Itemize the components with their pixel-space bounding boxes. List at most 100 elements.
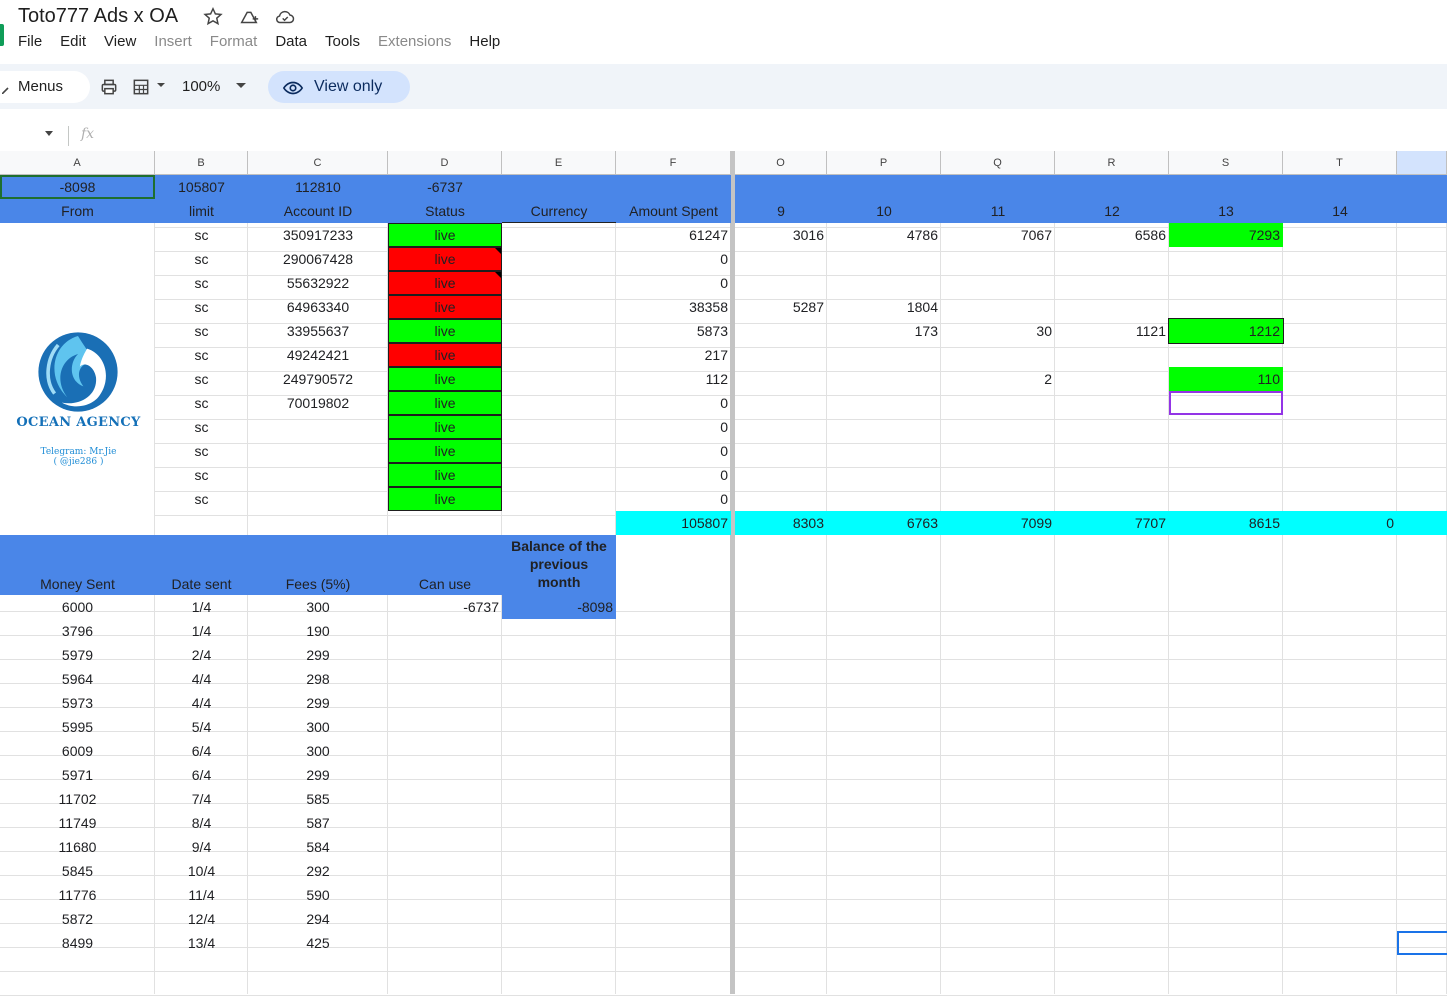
column-header-t[interactable]: T (1283, 151, 1397, 175)
fee-cell[interactable]: 299 (248, 763, 388, 787)
fee-cell[interactable]: 299 (248, 691, 388, 715)
daily-spend-cell[interactable]: 7293 (1169, 223, 1283, 247)
status-cell[interactable]: live (388, 319, 502, 343)
active-cell-box[interactable] (1397, 931, 1447, 955)
limit-cell[interactable]: sc (155, 319, 248, 343)
row2-header-e[interactable]: Currency (502, 199, 616, 223)
amount-spent-cell[interactable]: 217 (616, 343, 731, 367)
column-header-q[interactable]: Q (941, 151, 1055, 175)
total-cell-p[interactable]: 6763 (827, 511, 941, 535)
row1-cell-p[interactable] (827, 175, 941, 199)
amount-spent-cell[interactable]: 0 (616, 391, 731, 415)
money-sent-cell[interactable]: 3796 (0, 619, 155, 643)
menu-edit[interactable]: Edit (60, 33, 95, 50)
status-cell[interactable]: live (388, 223, 502, 247)
document-title[interactable]: Toto777 Ads x OA (18, 5, 178, 28)
money-sent-cell[interactable]: 5964 (0, 667, 155, 691)
fee-cell[interactable]: 300 (248, 715, 388, 739)
account-id-cell[interactable]: 249790572 (248, 367, 388, 391)
row2-header-t[interactable]: 14 (1283, 199, 1397, 223)
limit-cell[interactable]: sc (155, 487, 248, 511)
date-sent-cell[interactable]: 6/4 (155, 739, 248, 763)
view-only-button[interactable]: View only (268, 71, 410, 103)
amount-spent-cell[interactable]: 0 (616, 439, 731, 463)
row1-cell-q[interactable] (941, 175, 1055, 199)
money-sent-cell[interactable]: 5971 (0, 763, 155, 787)
total-cell-s[interactable]: 8615 (1169, 511, 1283, 535)
fee-cell[interactable]: 425 (248, 931, 388, 955)
money-sent-cell[interactable]: 5995 (0, 715, 155, 739)
limit-cell[interactable]: sc (155, 295, 248, 319)
status-cell[interactable]: live (388, 391, 502, 415)
total-cell-t[interactable]: 0 (1283, 511, 1397, 535)
column-header-b[interactable]: B (155, 151, 248, 175)
status-cell[interactable]: live (388, 415, 502, 439)
column-header-c[interactable]: C (248, 151, 388, 175)
row2-header-p[interactable]: 10 (827, 199, 941, 223)
daily-spend-cell[interactable]: 110 (1169, 367, 1283, 391)
limit-cell[interactable]: sc (155, 223, 248, 247)
menu-format[interactable]: Format (210, 33, 267, 50)
sheets-logo-icon[interactable] (0, 24, 4, 46)
money-sent-cell[interactable]: 5872 (0, 907, 155, 931)
column-header-a[interactable]: A (0, 151, 155, 175)
daily-spend-cell[interactable]: 173 (827, 319, 941, 343)
date-sent-cell[interactable]: 1/4 (155, 595, 248, 619)
limit-cell[interactable]: sc (155, 463, 248, 487)
zoom-select[interactable]: 100% (182, 78, 220, 95)
column-header-r[interactable]: R (1055, 151, 1169, 175)
column-header-o[interactable]: O (735, 151, 827, 175)
status-cell[interactable]: live (388, 247, 502, 271)
column-header-f[interactable]: F (616, 151, 731, 175)
account-id-cell[interactable]: 49242421 (248, 343, 388, 367)
daily-spend-cell[interactable]: 5287 (735, 295, 827, 319)
cloud-status-icon[interactable] (274, 6, 296, 28)
fee-cell[interactable]: 294 (248, 907, 388, 931)
money-sent-cell[interactable]: 11776 (0, 883, 155, 907)
limit-cell[interactable]: sc (155, 343, 248, 367)
daily-spend-cell[interactable]: 1212 (1168, 318, 1284, 344)
date-sent-cell[interactable]: 4/4 (155, 667, 248, 691)
total-cell-q[interactable]: 7099 (941, 511, 1055, 535)
account-id-cell[interactable]: 350917233 (248, 223, 388, 247)
fee-cell[interactable]: 299 (248, 643, 388, 667)
total-cell-o[interactable]: 8303 (735, 511, 827, 535)
column-header-s[interactable]: S (1169, 151, 1283, 175)
account-id-cell[interactable]: 33955637 (248, 319, 388, 343)
move-to-drive-icon[interactable] (238, 6, 260, 28)
row1-cell-u[interactable] (1397, 175, 1447, 199)
limit-cell[interactable]: sc (155, 367, 248, 391)
limit-cell[interactable]: sc (155, 415, 248, 439)
daily-spend-cell[interactable]: 4786 (827, 223, 941, 247)
payments-header-b[interactable]: Date sent (155, 535, 248, 595)
fee-cell[interactable]: 584 (248, 835, 388, 859)
selection-box[interactable] (1169, 391, 1283, 415)
daily-spend-cell[interactable]: 1804 (827, 295, 941, 319)
row1-cell-b[interactable]: 105807 (155, 175, 248, 199)
date-sent-cell[interactable]: 4/4 (155, 691, 248, 715)
comment-indicator-icon[interactable] (495, 272, 501, 278)
row2-header-r[interactable]: 12 (1055, 199, 1169, 223)
daily-spend-cell[interactable]: 6586 (1055, 223, 1169, 247)
column-header-e[interactable]: E (502, 151, 616, 175)
amount-spent-cell[interactable]: 0 (616, 247, 731, 271)
money-sent-cell[interactable]: 5845 (0, 859, 155, 883)
status-cell[interactable]: live (388, 487, 502, 511)
payments-header-d[interactable]: Can use (388, 535, 502, 595)
limit-cell[interactable]: sc (155, 391, 248, 415)
account-id-cell[interactable]: 290067428 (248, 247, 388, 271)
star-icon[interactable] (202, 6, 224, 28)
payments-header-a[interactable]: Money Sent (0, 535, 155, 595)
date-sent-cell[interactable]: 10/4 (155, 859, 248, 883)
row1-cell-f[interactable] (616, 175, 731, 199)
daily-spend-cell[interactable]: 1121 (1055, 319, 1169, 343)
money-sent-cell[interactable]: 11680 (0, 835, 155, 859)
row1-cell-a[interactable]: -8098 (0, 175, 155, 199)
spreadsheet-grid[interactable]: A B C D E F O P Q R S T -8098 105807 112810 -6737 From li… (0, 151, 1447, 996)
row1-cell-s[interactable] (1169, 175, 1283, 199)
menu-insert[interactable]: Insert (154, 33, 201, 50)
row2-header-o[interactable]: 9 (735, 199, 827, 223)
date-sent-cell[interactable]: 7/4 (155, 787, 248, 811)
fee-cell[interactable]: 298 (248, 667, 388, 691)
money-sent-cell[interactable]: 8499 (0, 931, 155, 955)
